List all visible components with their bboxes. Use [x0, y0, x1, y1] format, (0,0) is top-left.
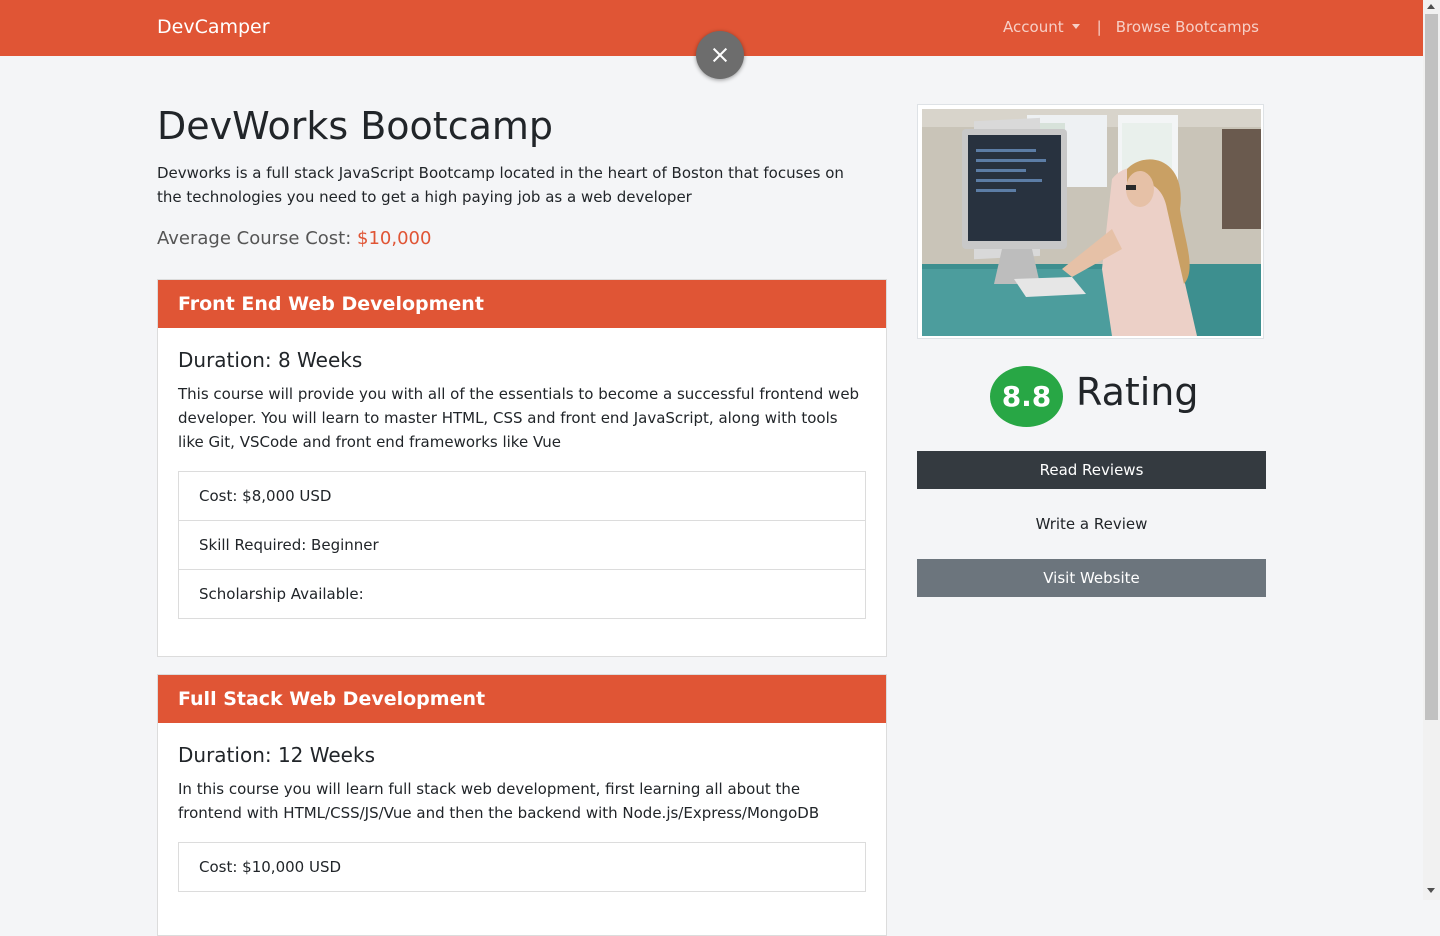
brand-logo[interactable]: DevCamper	[157, 16, 270, 38]
course-body: Duration: 8 Weeks This course will provi…	[158, 328, 886, 639]
account-link[interactable]: Account	[1003, 18, 1064, 36]
course-scholarship: Scholarship Available:	[179, 569, 865, 618]
scrollbar-thumb[interactable]	[1425, 14, 1438, 720]
bootcamp-description: Devworks is a full stack JavaScript Boot…	[157, 164, 844, 206]
course-cost: Cost: $8,000 USD	[199, 487, 332, 505]
course-card: Front End Web Development Duration: 8 We…	[157, 279, 887, 657]
course-cost: Cost: $10,000 USD	[199, 858, 342, 876]
visit-website-button[interactable]: Visit Website	[917, 559, 1266, 597]
rating-badge: 8.8	[990, 366, 1063, 427]
average-cost-label: Average Course Cost:	[157, 228, 352, 249]
chevron-down-icon	[1071, 24, 1080, 29]
bootcamp-photo	[917, 104, 1264, 339]
bootcamp-photo-image	[922, 109, 1261, 336]
browse-bootcamps-link[interactable]: Browse Bootcamps	[1116, 18, 1259, 36]
course-duration: Duration: 12 Weeks	[178, 743, 375, 767]
write-review-button[interactable]: Write a Review	[917, 505, 1266, 543]
course-body: Duration: 12 Weeks In this course you wi…	[158, 723, 886, 912]
page-scrollbar[interactable]	[1423, 0, 1440, 900]
nav-menu: Account | Browse Bootcamps	[1003, 18, 1259, 36]
read-reviews-button[interactable]: Read Reviews	[917, 451, 1266, 489]
course-title: Front End Web Development	[158, 280, 886, 328]
course-details-list: Cost: $8,000 USD Skill Required: Beginne…	[178, 471, 866, 619]
page-title: DevWorks Bootcamp	[157, 104, 554, 148]
course-description: In this course you will learn full stack…	[178, 780, 820, 822]
nav-separator: |	[1096, 18, 1102, 36]
course-details-list: Cost: $10,000 USD	[178, 842, 866, 892]
scroll-down-icon[interactable]	[1427, 888, 1435, 893]
course-skill: Skill Required: Beginner	[179, 520, 865, 569]
close-icon[interactable]	[696, 31, 744, 79]
course-card: Full Stack Web Development Duration: 12 …	[157, 674, 887, 936]
average-cost: Average Course Cost: $10,000	[157, 228, 431, 249]
scroll-up-icon[interactable]	[1427, 4, 1435, 9]
course-title: Full Stack Web Development	[158, 675, 886, 723]
average-cost-value: $10,000	[357, 228, 432, 249]
course-duration: Duration: 8 Weeks	[178, 348, 363, 372]
course-description: This course will provide you with all of…	[178, 385, 860, 451]
rating-label: Rating	[1076, 370, 1199, 414]
account-dropdown[interactable]: Account	[1003, 18, 1080, 36]
